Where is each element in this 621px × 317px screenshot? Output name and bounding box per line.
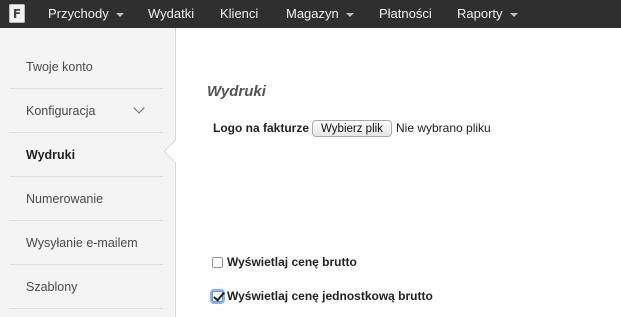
checkbox-label: Wyświetlaj cenę jednostkową brutto bbox=[227, 289, 433, 303]
logo-field-label: Logo na fakturze bbox=[213, 121, 310, 135]
show-gross-price-option[interactable]: Wyświetlaj cenę brutto bbox=[212, 255, 357, 269]
nav-wydatki[interactable]: Wydatki bbox=[148, 0, 194, 28]
sidebar-item-label: Szablony bbox=[26, 279, 78, 294]
sidebar-item-wydruki[interactable]: Wydruki bbox=[10, 133, 163, 177]
choose-file-button[interactable]: Wybierz plik bbox=[312, 120, 392, 137]
nav-label: Płatności bbox=[379, 6, 432, 21]
show-gross-price-checkbox[interactable] bbox=[212, 256, 223, 268]
chevron-down-icon bbox=[133, 102, 145, 114]
sidebar-item-label: Wysyłanie e-mailem bbox=[26, 235, 138, 250]
sidebar-item-label: Konfiguracja bbox=[26, 103, 96, 118]
app-logo[interactable]: F bbox=[9, 4, 25, 23]
nav-raporty[interactable]: Raporty bbox=[457, 0, 518, 28]
nav-label: Wydatki bbox=[148, 6, 195, 21]
show-unit-gross-price-checkbox[interactable] bbox=[212, 290, 223, 302]
sidebar-item-numerowanie[interactable]: Numerowanie bbox=[10, 177, 163, 221]
sidebar-item-konfiguracja[interactable]: Konfiguracja bbox=[10, 89, 163, 133]
page-title: Wydruki bbox=[207, 83, 266, 100]
sidebar-item-label: Wydruki bbox=[26, 147, 76, 162]
sidebar-item-label: Twoje konto bbox=[26, 59, 93, 74]
show-unit-gross-price-option[interactable]: Wyświetlaj cenę jednostkową brutto bbox=[212, 289, 433, 303]
nav-przychody[interactable]: Przychody bbox=[48, 0, 124, 28]
caret-down-icon bbox=[345, 12, 354, 17]
caret-down-icon bbox=[509, 12, 518, 17]
nav-platnosci[interactable]: Płatności bbox=[379, 0, 432, 28]
sidebar-item-twoje-konto[interactable]: Twoje konto bbox=[10, 45, 163, 89]
sidebar-item-label: Numerowanie bbox=[26, 191, 104, 206]
nav-label: Przychody bbox=[48, 6, 109, 21]
sidebar-item-wysylanie-emailem[interactable]: Wysyłanie e-mailem bbox=[10, 221, 163, 265]
caret-down-icon bbox=[115, 12, 124, 17]
nav-magazyn[interactable]: Magazyn bbox=[286, 0, 354, 28]
file-status-text: Nie wybrano pliku bbox=[396, 121, 491, 135]
nav-label: Raporty bbox=[457, 6, 503, 21]
top-navbar: F Przychody Wydatki Klienci Magazyn Płat… bbox=[0, 0, 621, 28]
app-logo-letter: F bbox=[12, 6, 22, 21]
sidebar-item-szablony[interactable]: Szablony bbox=[10, 265, 163, 309]
nav-klienci[interactable]: Klienci bbox=[220, 0, 258, 28]
nav-label: Klienci bbox=[220, 6, 259, 21]
settings-sidebar: Twoje konto Konfiguracja Wydruki Numerow… bbox=[0, 28, 176, 317]
nav-label: Magazyn bbox=[286, 6, 339, 21]
checkbox-label: Wyświetlaj cenę brutto bbox=[227, 255, 357, 269]
